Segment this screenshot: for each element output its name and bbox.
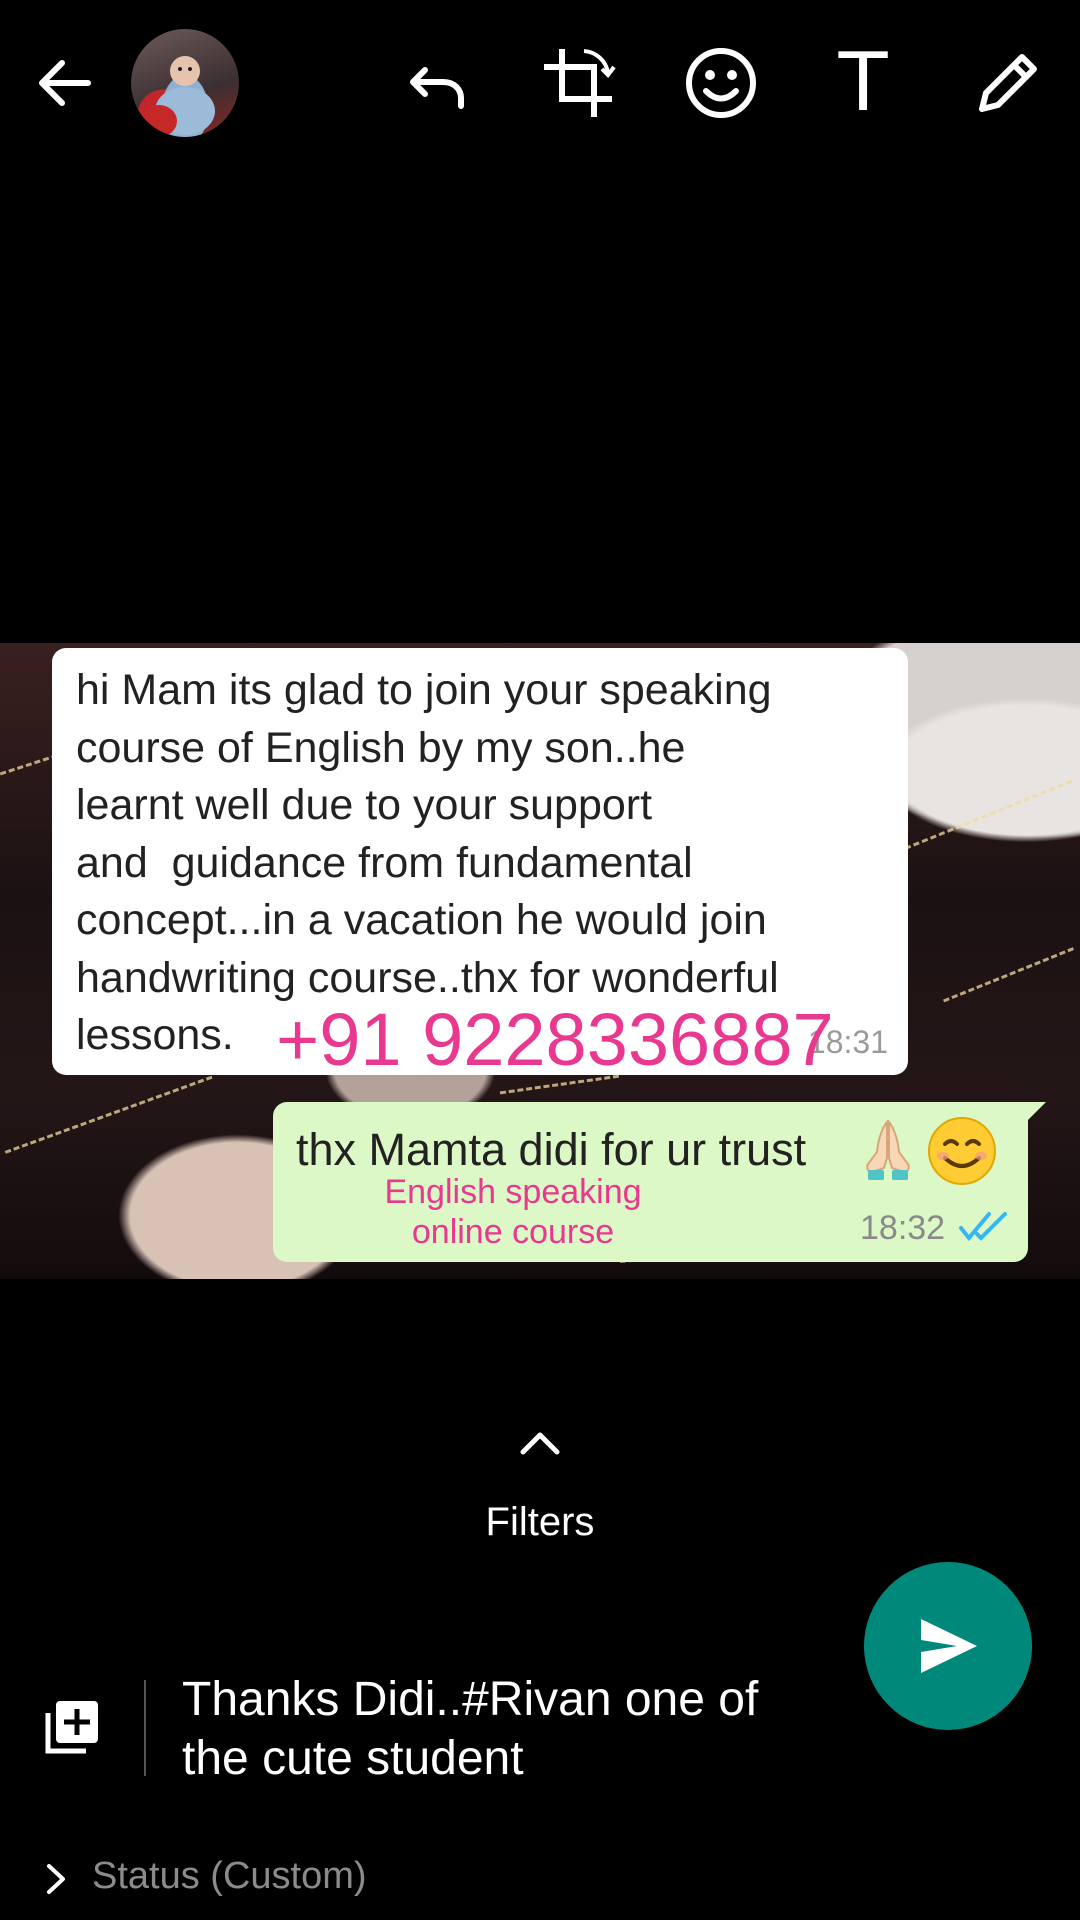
outgoing-message-time: 18:32: [860, 1209, 946, 1247]
arrow-left-icon: [39, 60, 91, 106]
course-overlay-text: English speaking online course: [384, 1173, 642, 1251]
undo-button[interactable]: [395, 40, 481, 126]
outgoing-message-text: thx Mamta didi for ur trust: [296, 1124, 807, 1175]
fabric-pattern: [943, 947, 1077, 1010]
add-media-icon[interactable]: [42, 1697, 102, 1757]
crop-rotate-icon: [544, 49, 616, 117]
status-privacy-selector[interactable]: Status (Custom): [92, 1855, 367, 1898]
double-tick-read-icon: [959, 1212, 1007, 1242]
chevron-up-icon[interactable]: [515, 1424, 565, 1460]
send-button[interactable]: [864, 1562, 1032, 1730]
fabric-pattern: [4, 1075, 216, 1162]
undo-icon: [410, 67, 464, 109]
avatar[interactable]: [131, 29, 239, 137]
caption-divider: [144, 1680, 146, 1776]
caption-input[interactable]: Thanks Didi..#Rivan one of the cute stud…: [182, 1670, 832, 1788]
status-editor-screen: T hi Mam its glad to join your speaking …: [0, 0, 1080, 1920]
crop-rotate-button[interactable]: [535, 40, 621, 126]
text-tool-button[interactable]: T: [820, 40, 906, 126]
course-text-overlay[interactable]: English speaking online course: [343, 1172, 683, 1252]
filters-label[interactable]: Filters: [0, 1500, 1080, 1545]
draw-button[interactable]: [965, 40, 1051, 126]
emoji-sticker-button[interactable]: [678, 40, 764, 126]
fabric-pattern: [904, 779, 1076, 858]
pencil-icon: [979, 54, 1037, 112]
editor-toolbar: T: [0, 0, 1080, 170]
smiling-face-emoji: [928, 1117, 996, 1185]
back-button[interactable]: [22, 40, 108, 126]
profile-photo: [141, 56, 215, 137]
text-tool-label: T: [838, 36, 888, 129]
send-arrow-icon: [921, 1619, 977, 1673]
chevron-right-icon[interactable]: [44, 1861, 68, 1897]
smiley-icon: [686, 48, 756, 118]
folded-hands-emoji: [866, 1119, 910, 1180]
phone-number-overlay[interactable]: +91 9228336887: [276, 995, 834, 1085]
